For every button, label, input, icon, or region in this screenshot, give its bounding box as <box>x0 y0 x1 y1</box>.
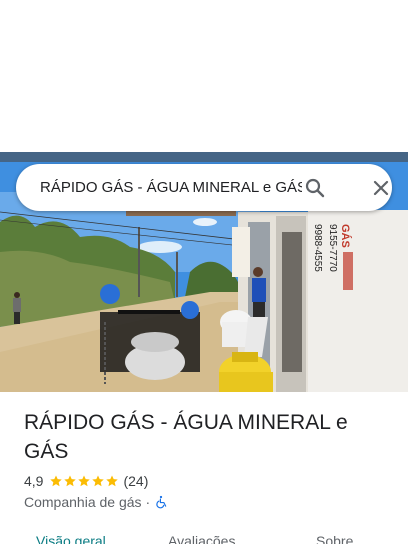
svg-text:9988-4555: 9988-4555 <box>312 224 323 272</box>
category-row: Companhia de gás · <box>24 492 168 512</box>
wall-gas-text: GÁS <box>339 224 352 248</box>
tab-bar: Visão geral Avaliações Sobre <box>0 528 408 544</box>
star-icon <box>64 475 77 487</box>
star-icon <box>78 475 91 487</box>
search-input[interactable]: RÁPIDO GÁS - ÁGUA MINERAL e GÁS <box>40 164 302 211</box>
search-bar[interactable]: RÁPIDO GÁS - ÁGUA MINERAL e GÁS <box>16 164 392 211</box>
close-icon[interactable] <box>369 176 393 200</box>
rating-row[interactable]: 4,9 (24) <box>24 471 148 491</box>
search-icon[interactable] <box>303 176 327 200</box>
rating-value: 4,9 <box>24 473 44 489</box>
star-icon <box>106 475 119 487</box>
tab-reviews[interactable]: Avaliações <box>168 533 235 544</box>
tab-about[interactable]: Sobre <box>316 533 353 544</box>
blank-area <box>0 0 408 152</box>
star-icon <box>92 475 105 487</box>
tab-overview[interactable]: Visão geral <box>36 533 106 544</box>
place-title: RÁPIDO GÁS - ÁGUA MINERAL e GÁS <box>24 411 348 463</box>
star-rating <box>49 474 119 488</box>
star-icon <box>50 475 63 487</box>
review-count[interactable]: (24) <box>123 473 148 489</box>
wheelchair-icon[interactable] <box>154 495 168 509</box>
separator-dot: · <box>145 494 151 510</box>
category-label: Companhia de gás <box>24 494 142 510</box>
svg-text:9155-7770: 9155-7770 <box>327 224 338 272</box>
